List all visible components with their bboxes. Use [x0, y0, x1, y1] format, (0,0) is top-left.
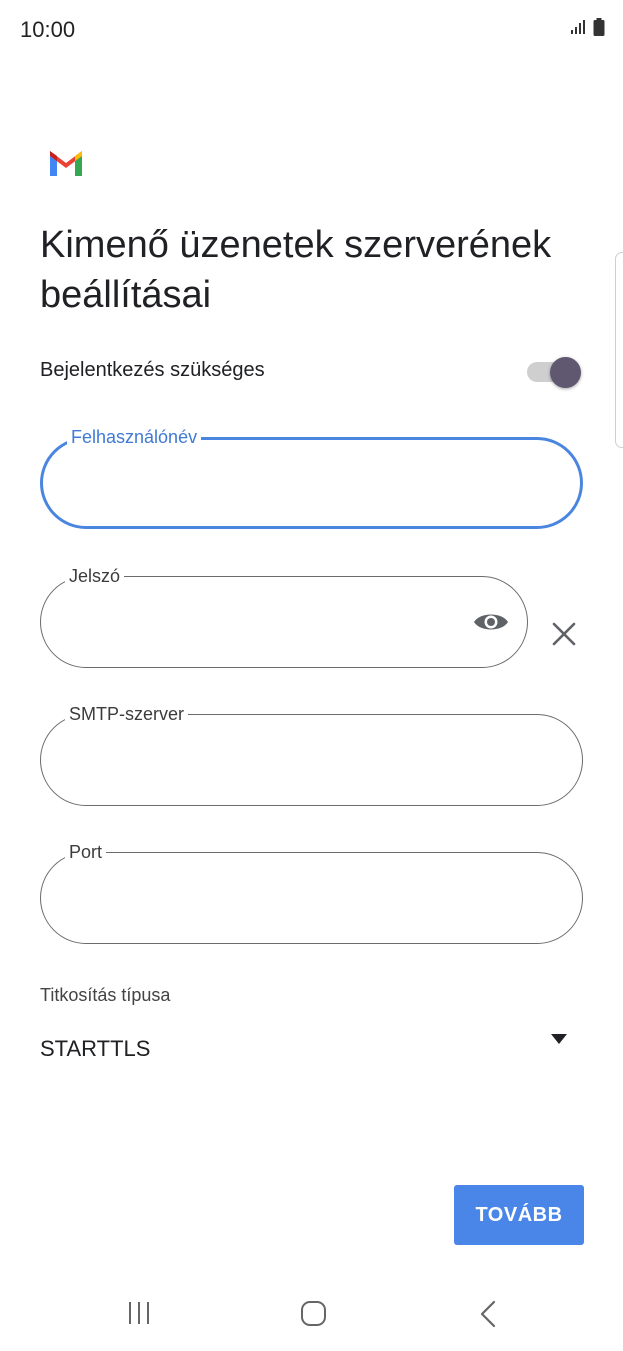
dropdown-arrow-icon [551, 1034, 567, 1044]
password-field[interactable]: Jelszó [40, 566, 528, 668]
login-required-toggle[interactable] [527, 357, 581, 388]
encryption-type-value: STARTTLS [40, 1036, 151, 1061]
recent-apps-icon[interactable] [126, 1300, 152, 1326]
status-time: 10:00 [20, 17, 76, 42]
username-label: Felhasználónév [67, 427, 202, 447]
smtp-server-label: SMTP-szerver [65, 704, 189, 724]
encryption-type-select[interactable]: STARTTLS [40, 1030, 585, 1070]
username-input[interactable] [69, 470, 489, 500]
home-icon[interactable] [300, 1300, 327, 1327]
scroll-handle[interactable] [615, 252, 623, 448]
login-required-label: Bejelentkezés szükséges [40, 359, 265, 381]
smtp-server-field[interactable]: SMTP-szerver [40, 704, 583, 806]
encryption-type-label: Titkosítás típusa [40, 985, 171, 1005]
password-label: Jelszó [65, 566, 125, 586]
port-label: Port [65, 842, 107, 862]
page-title: Kimenő üzenetek szerverének beállításai [40, 224, 552, 316]
next-button[interactable]: TOVÁBB [454, 1185, 584, 1245]
port-field[interactable]: Port [40, 842, 583, 944]
clear-password-close-icon[interactable] [550, 620, 578, 648]
login-required-row[interactable]: Bejelentkezés szükséges [40, 355, 585, 388]
status-icons [570, 18, 605, 36]
battery-icon [593, 18, 605, 36]
password-input[interactable] [67, 607, 487, 637]
username-field[interactable]: Felhasználónév [40, 427, 583, 529]
show-password-eye-icon[interactable] [473, 609, 509, 635]
smtp-server-input[interactable] [67, 745, 487, 775]
port-input[interactable] [67, 883, 487, 913]
gmail-logo-icon [50, 151, 82, 176]
signal-icon [571, 20, 585, 34]
toggle-thumb [550, 357, 581, 388]
screen: 10:00 Kimenő üzenetek szerverének beállí… [0, 0, 623, 1351]
back-icon[interactable] [478, 1300, 498, 1328]
